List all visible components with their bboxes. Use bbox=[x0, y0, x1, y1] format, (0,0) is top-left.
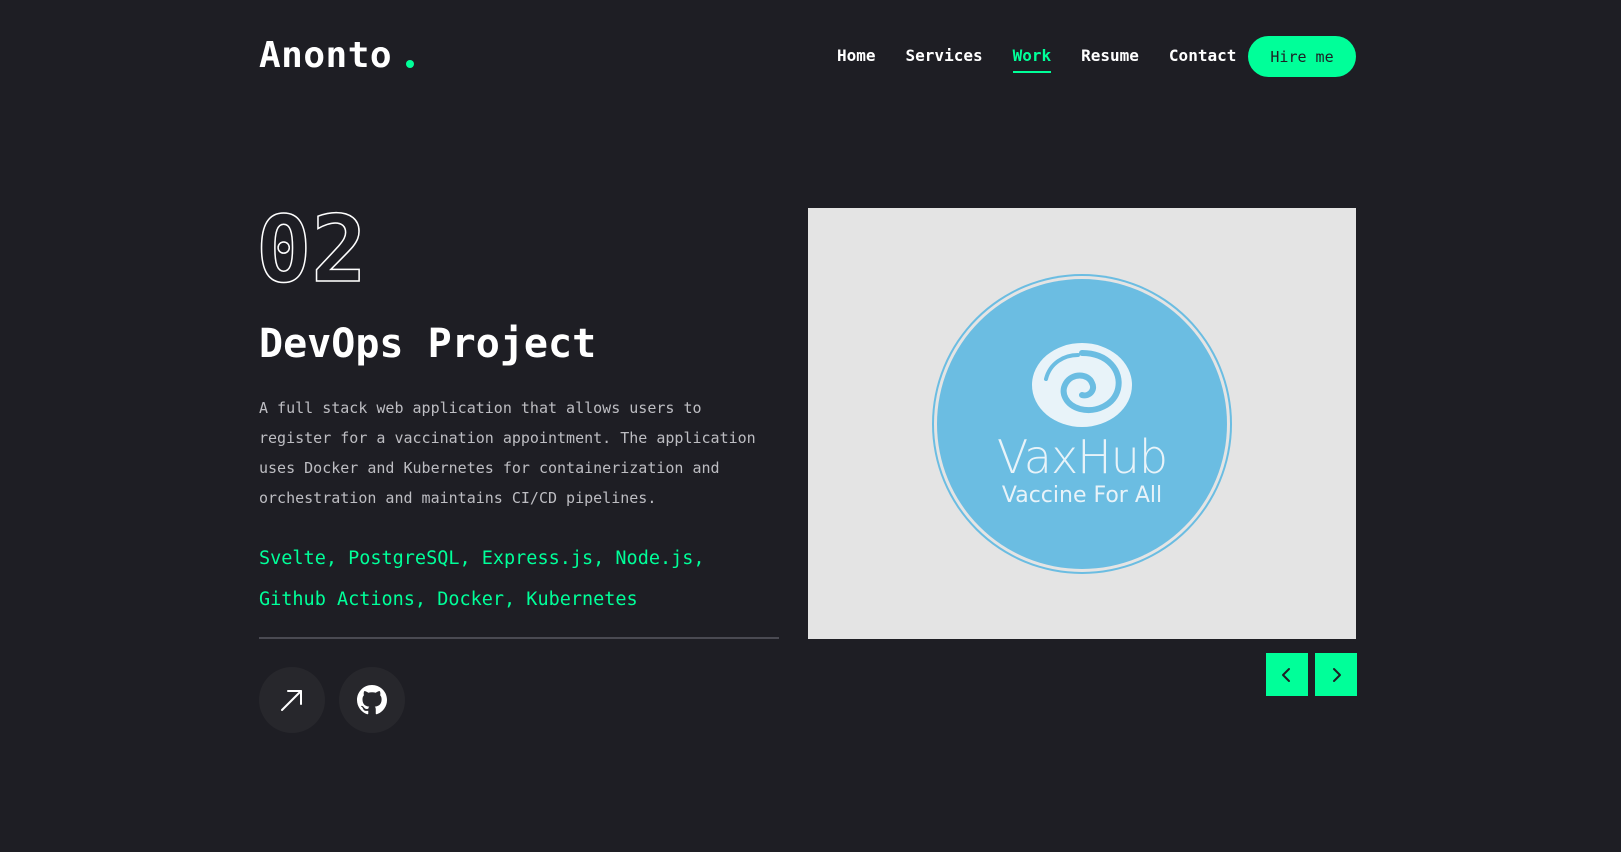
nav-item-resume[interactable]: Resume bbox=[1081, 45, 1139, 73]
nav-item-home[interactable]: Home bbox=[837, 45, 876, 73]
project-title: DevOps Project bbox=[259, 321, 597, 367]
hire-me-button[interactable]: Hire me bbox=[1248, 36, 1356, 77]
main-nav: Home Services Work Resume Contact bbox=[837, 45, 1236, 73]
project-description: A full stack web application that allows… bbox=[259, 399, 756, 507]
github-icon bbox=[357, 685, 387, 715]
logo-dot bbox=[406, 60, 414, 68]
live-project-button[interactable] bbox=[259, 667, 325, 733]
chevron-left-icon bbox=[1282, 667, 1290, 682]
nav-item-work[interactable]: Work bbox=[1012, 45, 1051, 73]
portfolio-work-page: Anonto Home Services Work Resume Contact… bbox=[0, 0, 1621, 852]
github-repo-button[interactable] bbox=[339, 667, 405, 733]
nav-item-contact[interactable]: Contact bbox=[1169, 45, 1236, 73]
swirl-icon bbox=[1032, 342, 1132, 427]
next-project-button[interactable] bbox=[1315, 653, 1357, 696]
arrow-up-right-icon bbox=[281, 690, 302, 711]
chevron-right-icon bbox=[1333, 667, 1341, 682]
vaxhub-logo: VaxHub Vaccine For All bbox=[937, 278, 1227, 569]
brand-name: VaxHub bbox=[996, 429, 1168, 484]
project-tech-stack: Svelte, PostgreSQL, Express.js, Node.js,… bbox=[259, 548, 705, 610]
previous-project-button[interactable] bbox=[1266, 653, 1308, 696]
nav-item-services[interactable]: Services bbox=[906, 45, 983, 73]
project-image: VaxHub Vaccine For All bbox=[808, 208, 1356, 639]
project-number: 02 bbox=[255, 196, 367, 303]
divider bbox=[259, 637, 779, 639]
logo[interactable]: Anonto bbox=[259, 30, 392, 82]
brand-tagline: Vaccine For All bbox=[1001, 482, 1163, 508]
